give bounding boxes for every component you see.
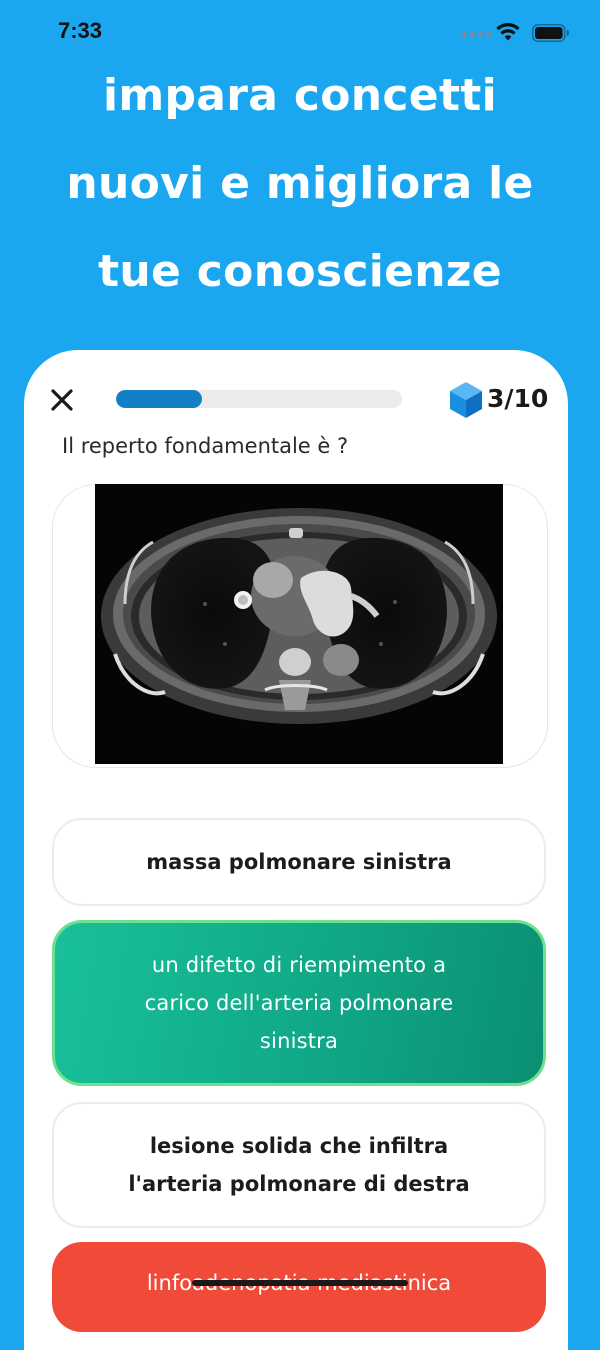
battery-icon [532,24,569,42]
home-indicator [192,1280,408,1286]
cube-icon [450,382,482,418]
ct-scan-image [95,484,503,764]
close-icon[interactable] [48,386,76,414]
answer-option-1[interactable]: massa polmonare sinistra [52,818,546,906]
answer-option-2-correct[interactable]: un difetto di riempimento a carico dell'… [52,920,546,1086]
wifi-icon [496,23,520,41]
promo-headline: impara concetti nuovi e migliora le tue … [66,70,534,297]
status-time: 7:33 [58,18,103,43]
signal-dots-icon [462,32,492,38]
quiz-progress-bar [116,390,402,408]
quiz-progress-fill [116,390,202,408]
question-text: Il reperto fondamentale è ? [62,434,349,458]
answer-option-3[interactable]: lesione solida che infiltra l'arteria po… [52,1102,546,1228]
status-bar: 7:33 [0,0,600,60]
question-counter: 3/10 [487,384,549,413]
answer-option-4-wrong[interactable]: linfoadenopatia mediastinica [52,1242,546,1332]
